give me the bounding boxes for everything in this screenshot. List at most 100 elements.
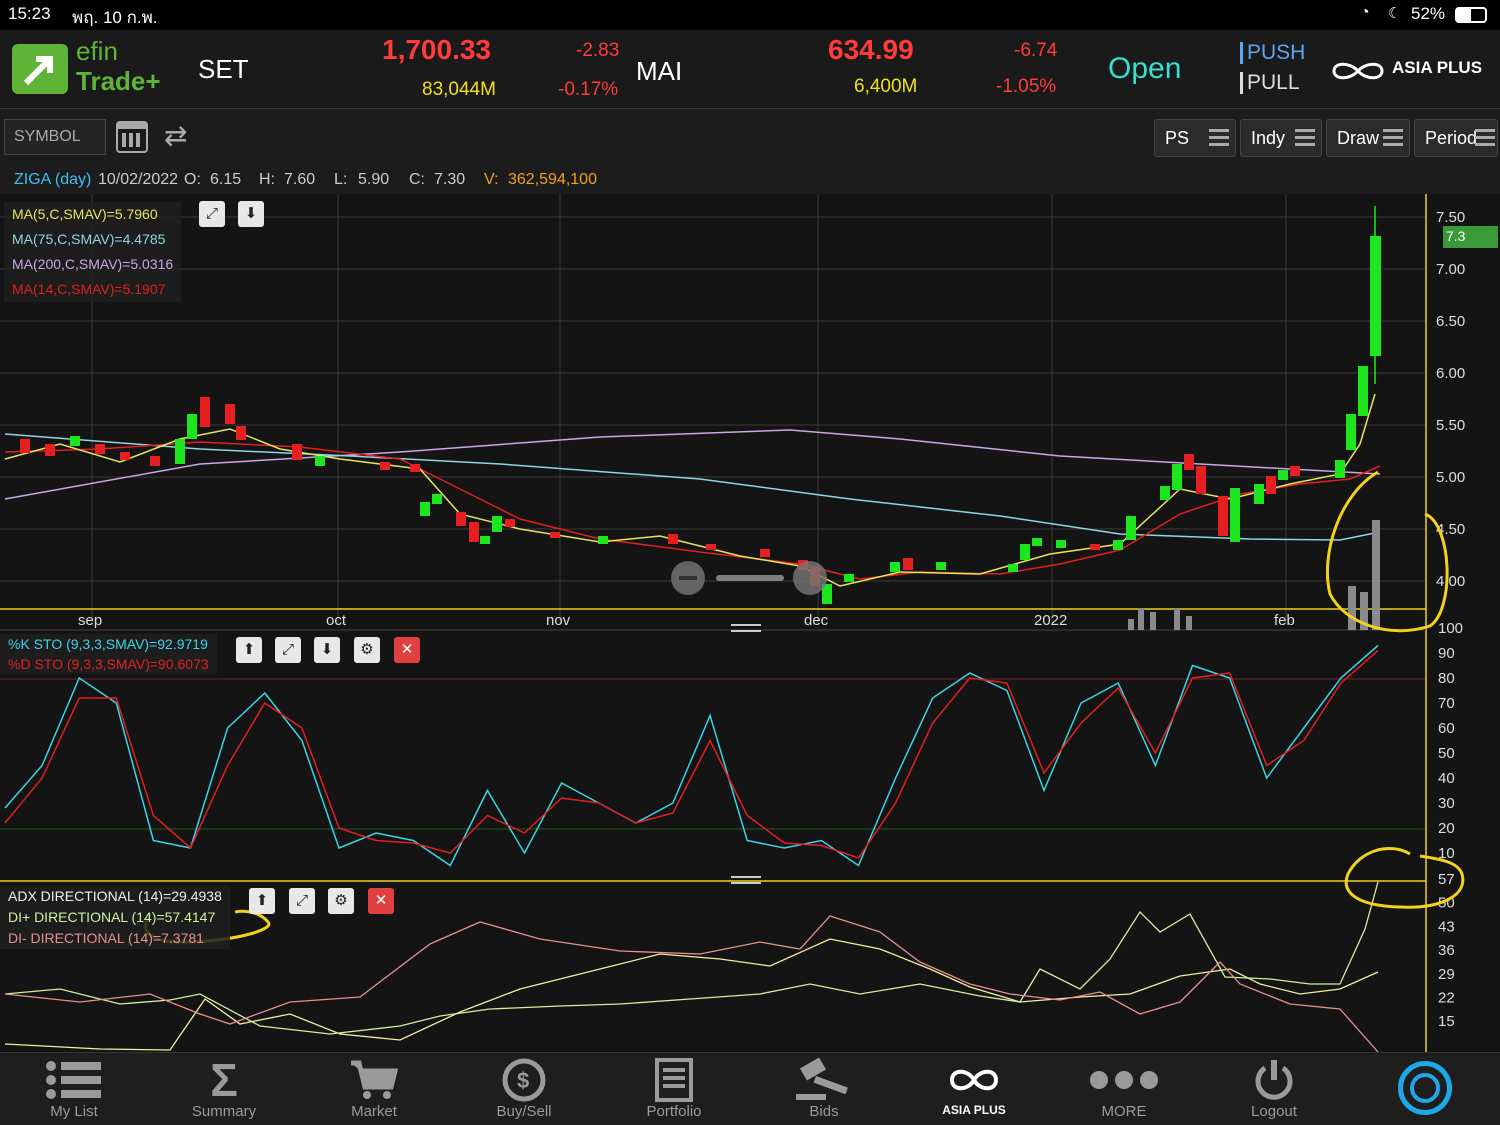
gear-icon[interactable]: ⚙ (328, 888, 354, 914)
ohlc-high: 7.60 (284, 171, 316, 188)
menu-icon (1295, 129, 1315, 150)
market-header: efin Trade+ SET 1,700.33 -2.83 83,044M -… (0, 30, 1500, 108)
push-button[interactable]: PUSH (1240, 42, 1305, 64)
ohlc-c-label: C: (409, 171, 425, 188)
nav-label: Summary (191, 1103, 257, 1120)
nav-label: Portfolio (646, 1103, 702, 1120)
sto-tick-label: 60 (1438, 720, 1455, 737)
efin-logo-icon (12, 44, 68, 94)
mai-index: 634.99 (828, 34, 914, 65)
status-time: 15:23 (8, 4, 51, 23)
period-label: Period (1425, 127, 1478, 148)
ma14-legend: MA(14,C,SMAV)=5.1907 (12, 281, 166, 297)
sto-legend: %K STO (9,3,3,SMAV)=92.9719 %D STO (9,3,… (0, 634, 217, 674)
adx-tick-label: 36 (1438, 942, 1455, 959)
sto-k-legend: %K STO (9,3,3,SMAV)=92.9719 (8, 636, 208, 652)
indy-button[interactable]: Indy (1240, 119, 1322, 157)
dollar-exchange-icon: $ (464, 1057, 584, 1103)
indy-label: Indy (1251, 127, 1286, 148)
price-tick-label: 4.00 (1436, 573, 1465, 590)
ohlc-bar: ZIGA (day) 10/02/2022 O: 6.15 H: 7.60 L:… (0, 164, 1500, 194)
ohlc-h-label: H: (259, 171, 275, 188)
status-date: พฤ. 10 ก.พ. (72, 8, 158, 27)
broker-name: ASIA PLUS (1392, 58, 1483, 77)
adx-tick-label: 43 (1438, 918, 1455, 935)
nav-market[interactable]: Market (314, 1057, 434, 1120)
expand-icon[interactable]: ⤢ (289, 888, 315, 914)
nav-portfolio[interactable]: Portfolio (614, 1057, 734, 1120)
x-axis-label: sep (78, 612, 102, 629)
nav-summary[interactable]: Σ Summary (164, 1054, 284, 1120)
arrow-up-icon[interactable]: ⬆ (236, 637, 262, 663)
document-icon (614, 1057, 734, 1103)
arrow-down-icon[interactable]: ⬇ (314, 637, 340, 663)
calendar-icon[interactable] (116, 121, 148, 153)
candles (20, 206, 1381, 604)
mai-label[interactable]: MAI (636, 56, 682, 87)
assistive-touch-icon[interactable] (1398, 1061, 1452, 1115)
set-label[interactable]: SET (198, 54, 249, 85)
nav-logout[interactable]: Logout (1214, 1057, 1334, 1120)
sto-tick-label: 20 (1438, 820, 1455, 837)
set-change: -2.83 (576, 40, 620, 61)
expand-icon[interactable]: ⤢ (199, 201, 225, 227)
mai-change: -6.74 (1014, 40, 1058, 61)
price-tick-label: 7.00 (1436, 261, 1465, 278)
price-legend: MA(5,C,SMAV)=5.7960 MA(75,C,SMAV)=4.4785… (4, 202, 182, 302)
last-price-text: 7.3 (1446, 228, 1466, 244)
adx-legend: ADX DIRECTIONAL (14)=29.4938 DI+ DIRECTI… (0, 886, 230, 949)
set-volume: 83,044M (422, 79, 496, 100)
adx-line (4, 938, 1379, 1051)
power-icon (1214, 1057, 1334, 1103)
ma200-legend: MA(200,C,SMAV)=5.0316 (12, 256, 174, 272)
gear-icon[interactable]: ⚙ (354, 637, 380, 663)
zoom-in-icon[interactable] (793, 561, 827, 595)
draw-button[interactable]: Draw (1326, 119, 1410, 157)
period-button[interactable]: Period (1414, 119, 1498, 157)
nav-label: Market (351, 1103, 397, 1120)
menu-icon (1383, 129, 1403, 150)
adx-tick-label: 57 (1438, 871, 1455, 888)
status-bar: 15:23 พฤ. 10 ก.พ. ◔ ☾ 52% (0, 0, 1500, 30)
grid-lines (0, 194, 1425, 624)
price-tick-label: 7.50 (1436, 209, 1465, 226)
set-index: 1,700.33 (382, 34, 491, 65)
chart-area[interactable]: 7.50 7.00 6.50 6.00 5.50 5.00 4.50 4.00 sep oct n… (0, 194, 1500, 1052)
cart-icon (314, 1057, 434, 1103)
logo-efin: efin (76, 36, 118, 66)
nav-label: Logout (1251, 1103, 1297, 1120)
refresh-icon[interactable]: ⇄ (164, 119, 187, 152)
annotation-circle (1325, 470, 1449, 633)
market-status: Open (1108, 52, 1182, 85)
nav-label: MORE (1101, 1103, 1147, 1120)
expand-icon[interactable]: ⤢ (275, 637, 301, 663)
ps-button[interactable]: PS (1154, 119, 1236, 157)
list-icon (14, 1057, 134, 1103)
close-icon[interactable]: ✕ (394, 637, 420, 663)
gavel-icon (764, 1057, 884, 1103)
mai-volume: 6,400M (854, 76, 918, 97)
adx-tick-label: 29 (1438, 966, 1455, 983)
ohlc-volume: 362,594,100 (508, 171, 597, 188)
scroll-handle[interactable] (716, 575, 784, 581)
ohlc-o-label: O: (184, 171, 201, 188)
menu-icon (1209, 129, 1229, 150)
ohlc-date: 10/02/2022 (98, 171, 179, 188)
nav-more[interactable]: MORE (1064, 1057, 1184, 1120)
bottom-nav: My List Σ Summary Market $ Buy/Sell Port… (0, 1052, 1500, 1125)
arrow-down-icon[interactable]: ⬇ (238, 201, 264, 227)
symbol-input[interactable]: SYMBOL (4, 119, 106, 155)
arrow-up-icon[interactable]: ⬆ (249, 888, 275, 914)
nav-bids[interactable]: Bids (764, 1057, 884, 1120)
ma75-legend: MA(75,C,SMAV)=4.4785 (12, 231, 166, 247)
svg-text:$: $ (517, 1068, 529, 1093)
draw-label: Draw (1337, 127, 1380, 148)
ohlc-v-label: V: (484, 171, 499, 188)
nav-buysell[interactable]: $ Buy/Sell (464, 1057, 584, 1120)
set-pct: -0.17% (558, 79, 619, 100)
close-icon[interactable]: ✕ (368, 888, 394, 914)
adx-tick-label: 15 (1438, 1013, 1455, 1030)
nav-asiaplus[interactable]: ASIA PLUS (914, 1057, 1034, 1117)
nav-mylist[interactable]: My List (14, 1057, 134, 1120)
pull-button[interactable]: PULL (1240, 72, 1300, 94)
